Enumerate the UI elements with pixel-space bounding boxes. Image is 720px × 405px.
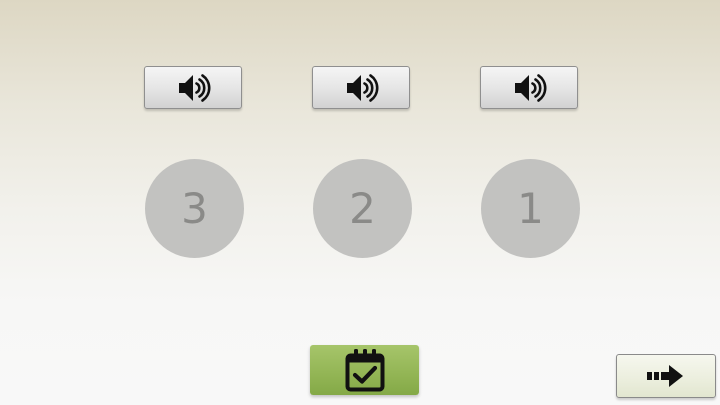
calendar-check-icon: [345, 349, 384, 392]
speaker-icon: [515, 73, 547, 102]
sound-button-3[interactable]: [480, 66, 578, 109]
speaker-icon: [347, 73, 379, 102]
number-option-1[interactable]: 1: [481, 159, 580, 258]
sound-button-1[interactable]: [144, 66, 242, 109]
speaker-icon: [179, 73, 211, 102]
next-button[interactable]: [616, 354, 716, 398]
check-answer-button[interactable]: [310, 345, 419, 395]
sound-button-2[interactable]: [312, 66, 410, 109]
number-option-2[interactable]: 2: [313, 159, 412, 258]
number-option-3[interactable]: 3: [145, 159, 244, 258]
arrow-right-icon: [647, 365, 683, 387]
